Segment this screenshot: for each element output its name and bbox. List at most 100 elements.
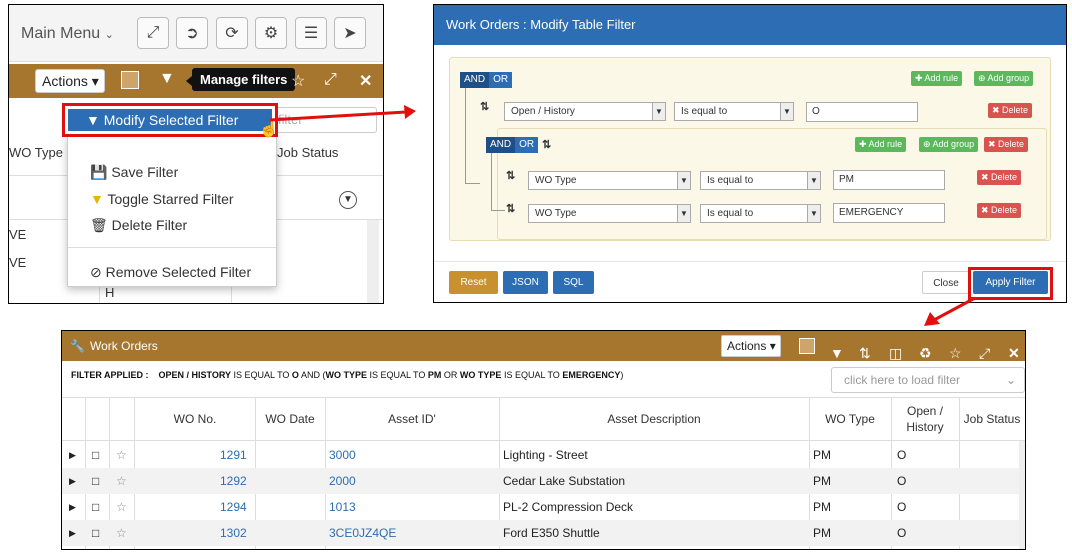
expand-row-icon[interactable]: ▶ bbox=[69, 468, 76, 494]
actions-dropdown[interactable]: Actions ▾ bbox=[721, 335, 781, 357]
rule1-delete-button[interactable]: ✖ Delete bbox=[988, 103, 1033, 118]
table-row[interactable]: ▶ □ ☆ 1294 1013 PL-2 Compression Deck PM… bbox=[62, 494, 1020, 520]
close-button[interactable]: Close bbox=[922, 271, 970, 294]
rule2-field-select[interactable]: WO Type ▼ bbox=[528, 171, 691, 190]
scrollbar[interactable] bbox=[367, 220, 379, 303]
expand-row-icon[interactable]: ▶ bbox=[69, 494, 76, 520]
checkbox[interactable]: □ bbox=[92, 494, 99, 520]
sql-button[interactable]: SQL bbox=[553, 271, 594, 294]
sort-icon[interactable]: ⇅ bbox=[859, 338, 871, 368]
logout-icon[interactable]: ➲ bbox=[176, 17, 208, 49]
star-icon[interactable]: ☆ bbox=[116, 442, 127, 468]
expand-row-icon[interactable]: ▶ bbox=[69, 520, 76, 546]
rule1-field-select[interactable]: Open / History ▼ bbox=[504, 102, 666, 121]
expand-icon[interactable]: ⤢ bbox=[979, 338, 990, 368]
and-button[interactable]: AND bbox=[460, 72, 490, 88]
rule2-value-input[interactable]: PM bbox=[833, 170, 945, 190]
checkbox[interactable]: □ bbox=[92, 468, 99, 494]
add-group-button[interactable]: ⊕ Add group bbox=[974, 71, 1034, 86]
funnel-icon[interactable]: ▼ bbox=[830, 338, 844, 368]
asset-description: PL-2 Compression Deck bbox=[503, 500, 634, 514]
drag-handle-icon[interactable]: ⇅ bbox=[506, 202, 515, 215]
table-row[interactable]: ▶ □ ☆ 1302 3CE0JZ4QE Ford E350 Shuttle P… bbox=[62, 520, 1020, 546]
scrollbar[interactable] bbox=[1019, 441, 1025, 549]
and-or-toggle[interactable]: AND OR bbox=[460, 72, 513, 88]
columns-icon[interactable]: ◫ bbox=[889, 338, 902, 368]
actions-dropdown[interactable]: Actions ▾ bbox=[35, 69, 105, 93]
column-header-wo-date[interactable]: WO Date bbox=[255, 397, 325, 441]
nested-and-or-toggle[interactable]: AND OR bbox=[486, 137, 539, 153]
delete-label: Delete bbox=[991, 205, 1018, 215]
save-filter-item[interactable]: 💾 Save Filter bbox=[90, 164, 178, 181]
column-header-wo-type[interactable]: WO Type bbox=[9, 145, 63, 160]
star-icon[interactable]: ☆ bbox=[116, 468, 127, 494]
add-rule-button[interactable]: ✚ Add rule bbox=[855, 137, 907, 152]
gear-icon[interactable]: ⚙ bbox=[255, 17, 287, 49]
drag-handle-icon[interactable]: ⇅ bbox=[506, 169, 515, 182]
wo-no-link[interactable]: 1292 bbox=[220, 468, 247, 494]
modify-selected-filter-item[interactable]: ▼ Modify Selected Filter bbox=[68, 109, 272, 131]
rule1-operator-select[interactable]: Is equal to ▼ bbox=[674, 102, 794, 121]
asset-id-link[interactable]: 1013 bbox=[329, 494, 356, 520]
filter-circle-icon[interactable]: ▼ bbox=[339, 191, 357, 209]
expand-row-icon[interactable]: ▶ bbox=[69, 442, 76, 468]
close-icon[interactable]: ✕ bbox=[1008, 338, 1020, 368]
color-swatch[interactable] bbox=[799, 338, 815, 354]
checkbox[interactable]: □ bbox=[92, 520, 99, 546]
or-button[interactable]: OR bbox=[489, 72, 513, 88]
rule3-field-select[interactable]: WO Type ▼ bbox=[528, 204, 691, 223]
column-header-wo-no[interactable]: WO No. bbox=[135, 397, 255, 441]
star-icon[interactable]: ☆ bbox=[116, 494, 127, 520]
add-rule-button[interactable]: ✚ Add rule bbox=[911, 71, 963, 86]
table-row[interactable]: ▶ □ ☆ 1291 3000 Lighting - Street PM O bbox=[62, 442, 1020, 468]
star-icon[interactable]: ☆ bbox=[949, 338, 962, 368]
asset-id-link[interactable]: 3000 bbox=[329, 442, 356, 468]
refresh-icon[interactable]: ⟳ bbox=[216, 17, 248, 49]
asset-id-link[interactable]: 2000 bbox=[329, 468, 356, 494]
rule3-delete-button[interactable]: ✖ Delete bbox=[977, 203, 1022, 218]
checkbox[interactable]: □ bbox=[92, 442, 99, 468]
star-icon[interactable]: ☆ bbox=[291, 71, 305, 91]
rule2-delete-button[interactable]: ✖ Delete bbox=[977, 170, 1022, 185]
column-header-open-history[interactable]: Open / History bbox=[891, 397, 959, 441]
funnel-icon[interactable]: ▼ bbox=[159, 70, 175, 88]
json-button[interactable]: JSON bbox=[503, 271, 548, 294]
load-filter-select[interactable]: click here to load filter ⌄ bbox=[831, 367, 1025, 393]
recycle-icon[interactable]: ♻ bbox=[919, 338, 932, 368]
or-button[interactable]: OR bbox=[515, 137, 539, 153]
color-swatch[interactable] bbox=[121, 71, 139, 89]
drag-handle-icon[interactable]: ⇅ bbox=[480, 100, 489, 113]
rule2-operator-select[interactable]: Is equal to ▼ bbox=[700, 171, 821, 190]
close-icon[interactable]: ✕ bbox=[359, 71, 372, 91]
wo-no-link[interactable]: 1302 bbox=[220, 520, 247, 546]
tree-line bbox=[491, 153, 505, 211]
asset-id-link[interactable]: 3CE0JZ4QE bbox=[329, 520, 396, 546]
wrench-icon: 🔧 bbox=[70, 339, 85, 353]
rule3-value-input[interactable]: EMERGENCY bbox=[833, 203, 945, 223]
delete-filter-item[interactable]: 🗑 Delete Filter bbox=[90, 217, 187, 234]
navigate-icon[interactable]: ➤ bbox=[334, 17, 366, 49]
rule3-operator-select[interactable]: Is equal to ▼ bbox=[700, 204, 821, 223]
expand-icon[interactable]: ⤢ bbox=[324, 71, 337, 89]
add-group-button[interactable]: ⊕ Add group bbox=[919, 137, 979, 152]
table-row[interactable]: ▶ □ ☆ 1292 2000 Cedar Lake Substation PM… bbox=[62, 468, 1020, 494]
shuffle-icon[interactable]: ⤢ bbox=[137, 17, 169, 49]
column-header-asset-description[interactable]: Asset Description bbox=[499, 397, 809, 441]
toggle-starred-filter-item[interactable]: ▼ Toggle Starred Filter bbox=[90, 191, 234, 207]
and-button[interactable]: AND bbox=[486, 137, 516, 153]
main-menu-button[interactable]: Main Menu ⌄ bbox=[21, 25, 114, 43]
drag-handle-icon[interactable]: ⇅ bbox=[542, 138, 551, 151]
column-header-job-status[interactable]: Job Status bbox=[959, 397, 1025, 441]
menu-icon[interactable]: ☰ bbox=[295, 17, 327, 49]
group-delete-button[interactable]: ✖ Delete bbox=[984, 137, 1029, 152]
apply-filter-button[interactable]: Apply Filter bbox=[973, 271, 1048, 294]
rule1-value-input[interactable]: O bbox=[806, 102, 918, 122]
column-header-wo-type[interactable]: WO Type bbox=[809, 397, 891, 441]
wo-no-link[interactable]: 1294 bbox=[220, 494, 247, 520]
remove-selected-filter-item[interactable]: ⊘ Remove Selected Filter bbox=[90, 264, 251, 281]
column-header-asset-id[interactable]: Asset ID' bbox=[325, 397, 499, 441]
star-icon[interactable]: ☆ bbox=[116, 520, 127, 546]
column-header-job-status[interactable]: Job Status bbox=[277, 145, 338, 160]
reset-button[interactable]: Reset bbox=[449, 271, 498, 294]
wo-no-link[interactable]: 1291 bbox=[220, 442, 247, 468]
